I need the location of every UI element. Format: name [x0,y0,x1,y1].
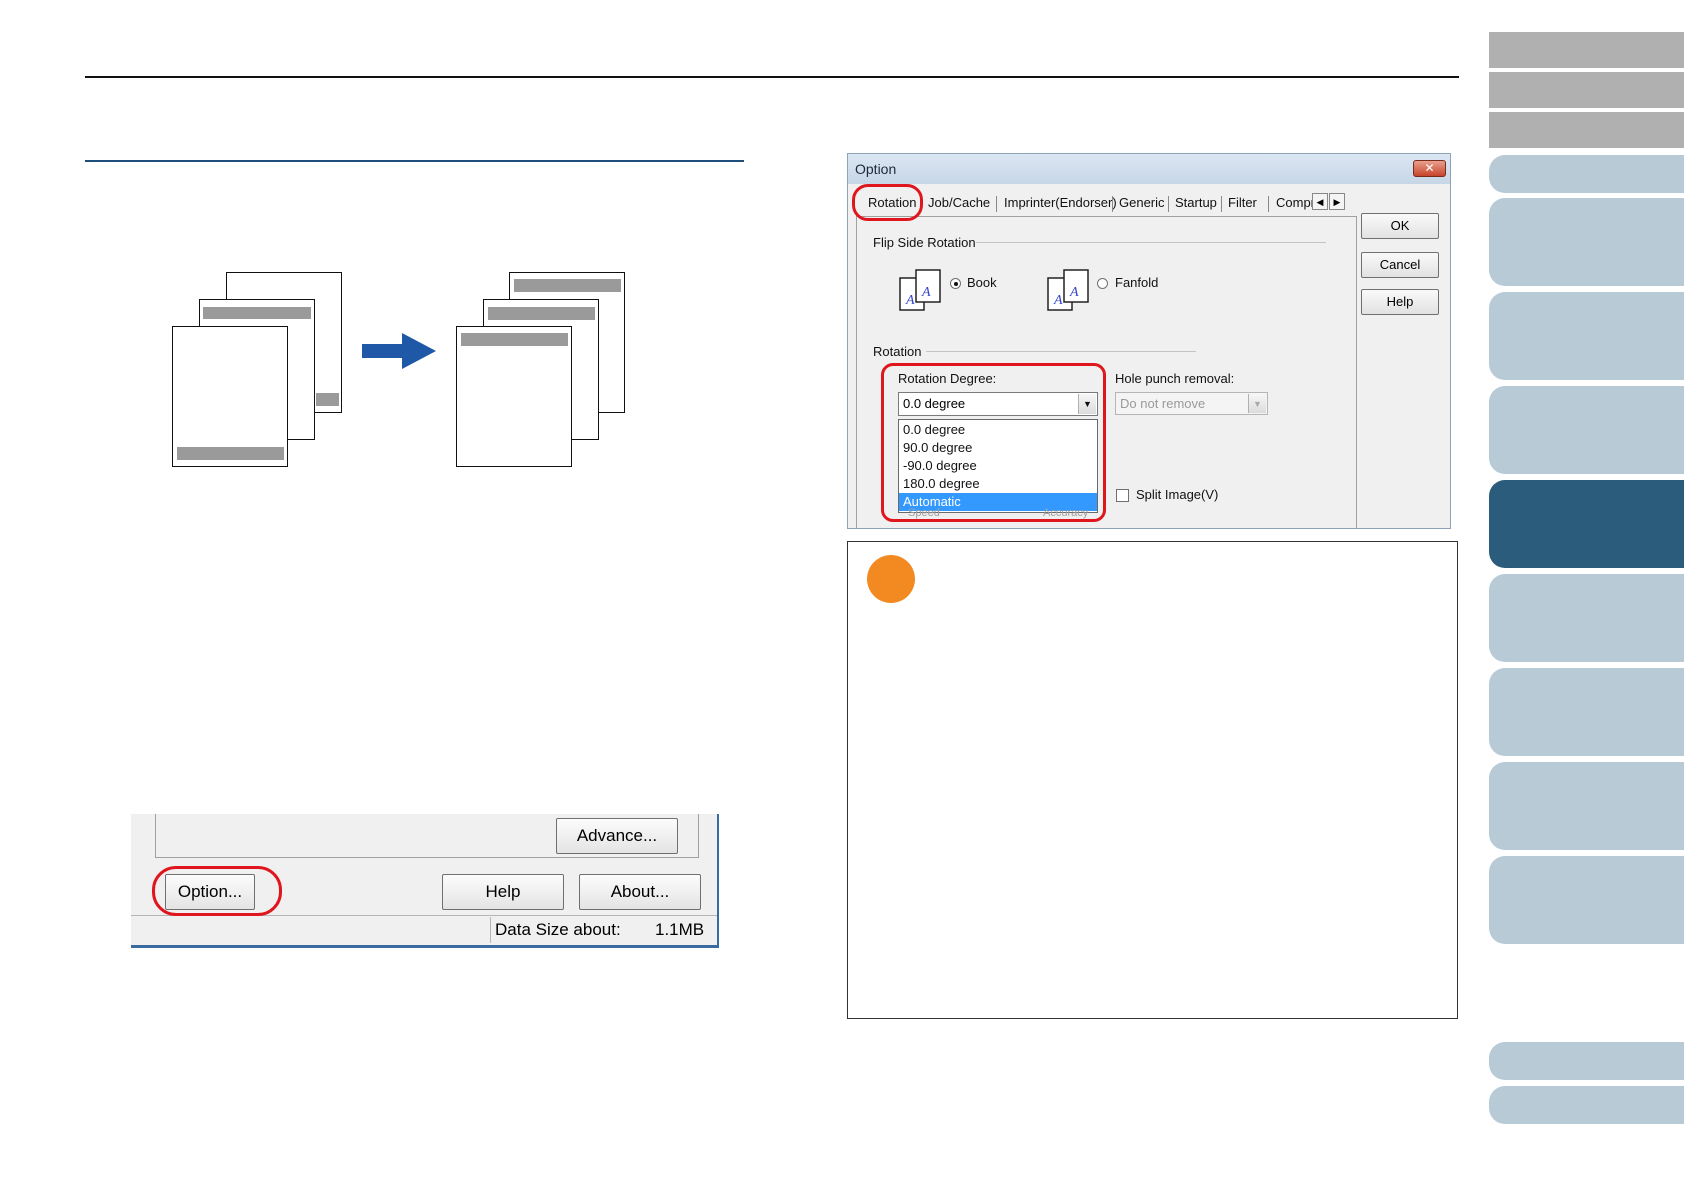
note-icon [867,555,915,603]
nav-tab-14[interactable] [1489,1086,1684,1124]
help-button[interactable]: Help [1361,289,1439,315]
tab-separator [1268,196,1269,212]
tab-startup[interactable]: Startup [1175,195,1217,210]
fanfold-radio[interactable] [1097,278,1108,289]
page-header-bar [461,333,568,346]
cancel-button[interactable]: Cancel [1361,252,1439,278]
split-image-checkbox[interactable] [1116,489,1129,502]
page-front [456,326,572,467]
page-footer-bar [177,447,284,460]
tab-scroll-right-icon[interactable]: ▶ [1329,193,1345,210]
nav-tab-1[interactable] [1489,32,1684,68]
nav-tab-11[interactable] [1489,762,1684,850]
page-header-bar [514,279,621,292]
tab-scroll-left-icon[interactable]: ◀ [1312,193,1328,210]
book-label: Book [967,275,997,290]
tab-imprinter[interactable]: Imprinter(Endorser) [1004,195,1117,210]
nav-tab-9[interactable] [1489,574,1684,662]
hole-punch-value: Do not remove [1120,396,1206,411]
page-header-bar [488,307,595,320]
tab-compression[interactable]: Compr [1276,195,1312,210]
advance-button[interactable]: Advance... [556,818,678,854]
tab-filter[interactable]: Filter [1228,195,1257,210]
section-rule [85,160,744,162]
group-line [976,242,1326,243]
svg-text:A: A [905,293,915,308]
main-dialog-snippet: Advance... Option... Help About... Data … [131,814,719,948]
svg-text:A: A [1069,285,1079,300]
dialog-title: Option [855,161,897,177]
tab-job-cache[interactable]: Job/Cache [928,195,990,210]
data-size-label: Data Size about: [495,920,621,939]
nav-tab-6[interactable] [1489,292,1684,380]
tab-separator [1112,196,1113,212]
nav-tab-10[interactable] [1489,668,1684,756]
tab-separator [996,196,997,212]
tab-separator [1168,196,1169,212]
nav-tab-12[interactable] [1489,856,1684,944]
page-front [172,326,288,467]
tab-separator [1221,196,1222,212]
flip-side-rotation-label: Flip Side Rotation [873,235,976,250]
nav-tab-3[interactable] [1489,112,1684,148]
book-radio[interactable] [950,278,961,289]
page-header-bar [203,307,311,319]
data-size-value: 1.1MB [655,920,705,939]
svg-text:A: A [921,285,931,300]
note-box [847,541,1458,1019]
nav-tab-4[interactable] [1489,155,1684,193]
group-line [926,351,1196,352]
hole-punch-select[interactable]: Do not remove ▼ [1115,392,1268,415]
nav-tab-8-active[interactable] [1489,480,1684,568]
nav-tab-2[interactable] [1489,72,1684,108]
hole-punch-label: Hole punch removal: [1115,371,1235,386]
fanfold-label: Fanfold [1115,275,1159,290]
nav-tab-5[interactable] [1489,198,1684,286]
ok-button[interactable]: OK [1361,213,1439,239]
highlight-option-button [152,866,282,916]
tab-generic[interactable]: Generic [1119,195,1165,210]
book-flip-icon: A A [899,269,941,311]
close-icon[interactable]: ✕ [1413,160,1446,177]
svg-text:A: A [1053,293,1063,308]
header-rule [85,76,1459,78]
about-button[interactable]: About... [579,874,701,910]
chevron-down-icon[interactable]: ▼ [1248,394,1266,413]
split-image-label: Split Image(V) [1136,487,1219,502]
nav-tab-7[interactable] [1489,386,1684,474]
help-button[interactable]: Help [442,874,564,910]
status-divider [490,917,491,943]
fanfold-flip-icon: A A [1047,269,1089,311]
arrow-right-icon [362,333,436,369]
option-dialog: Option ✕ Rotation Job/Cache Imprinter(En… [847,153,1451,529]
highlight-rotation-tab [852,184,923,221]
page-footer-bar [316,393,339,406]
rotation-group-label: Rotation [873,344,922,359]
highlight-rotation-degree [881,363,1106,522]
dialog-titlebar: Option ✕ [848,154,1450,184]
nav-tab-13[interactable] [1489,1042,1684,1080]
